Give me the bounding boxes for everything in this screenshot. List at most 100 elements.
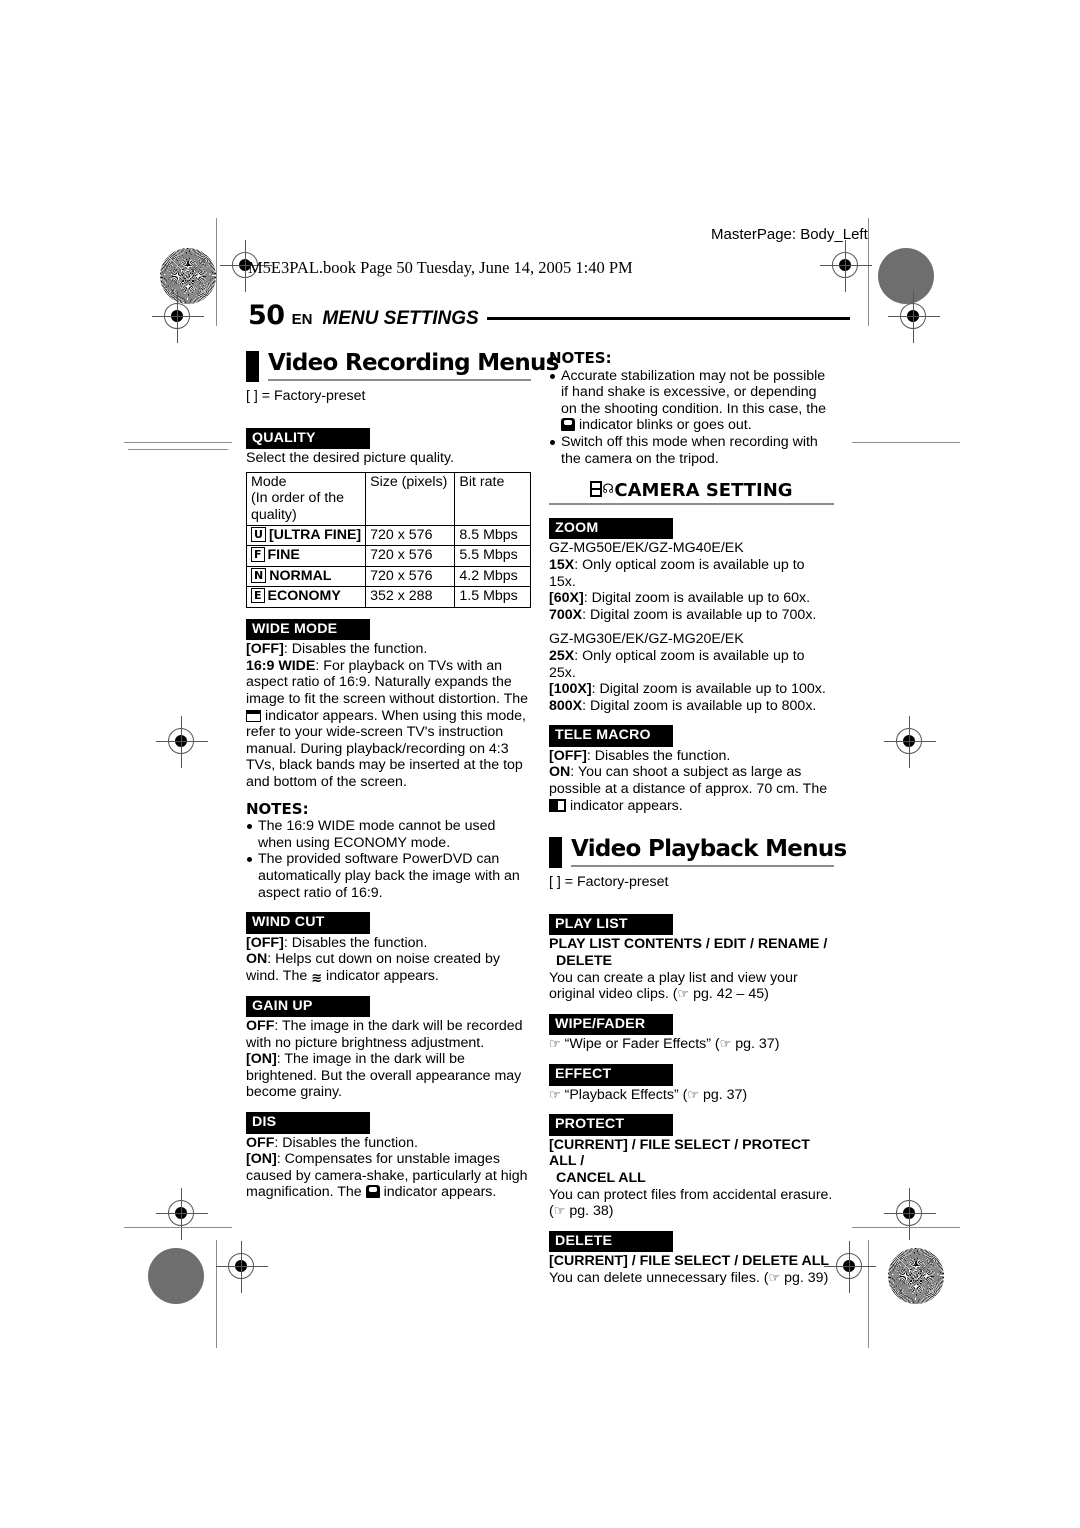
dis-indicator-icon [561,418,575,432]
wide-mode-off: [OFF]: Disables the function. [246,641,531,658]
quality-icon-n: N [251,567,267,583]
zoom-g2-line2-text: : Digital zoom is available up to 100x. [591,681,826,698]
table-row: E ECONOMY 352 x 288 1.5 Mbps [245,586,531,608]
wind-cut-indicator-icon: ≋ [311,970,323,986]
registration-target-top-right-inner [820,240,872,292]
dis-off-text: : Disables the function. [274,1134,418,1151]
pointing-hand-icon: ☞ [768,1269,781,1285]
page-section-name: MENU SETTINGS [322,308,479,329]
left-column: Video Recording Menus [ ] = Factory-pres… [245,350,559,1201]
registration-target-bottom-right-inner [824,1241,876,1293]
tele-macro-off: [OFF]: Disables the function. [549,748,834,765]
zoom-g2-line1-text: : Only optical zoom is available up to 2… [549,647,805,681]
crop-line-bottom-left [124,1227,232,1228]
zoom-g2-line3-key: 800X [549,697,583,714]
registration-target-bottom-left-inner [216,1241,268,1293]
zoom-g2-line1-key: 25X [549,647,575,664]
section-label-zoom: ZOOM [549,517,673,540]
section-label-play-list: PLAY LIST [549,913,673,936]
dis-indicator-icon [365,1185,380,1199]
section-label-quality: QUALITY [246,427,370,450]
dis-off: OFF: Disables the function. [246,1135,531,1152]
table-row: F FINE 720 x 576 5.5 Mbps [245,545,531,567]
registration-starburst-bottom-right [888,1248,944,1304]
protect-ref: pg. 38) [565,1203,614,1220]
registration-target-top-left-outer [152,291,204,343]
section-label-tele-macro: TELE MACRO [549,725,673,747]
camera-setting-heading: ☊ CAMERA SETTING [549,480,834,500]
crop-line-left-vertical [216,218,217,326]
pointing-hand-icon: ☞ [687,1086,699,1102]
mode-cell: N NORMAL [245,565,367,588]
registration-dot-top-right [878,248,934,304]
masterpage-label: MasterPage: Body_Left [711,226,868,243]
pointing-hand-icon: ☞ [549,1036,561,1052]
delete-text: You can delete unnecessary files. (☞ pg.… [549,1270,834,1287]
zoom-g1-line1-text: : Only optical zoom is available up to 1… [549,556,805,590]
wind-cut-on-key: ON [246,951,268,968]
registration-target-mid-left [156,716,208,768]
zoom-g2-line1: 25X: Only optical zoom is available up t… [549,648,834,681]
mode-cell: U [ULTRA FINE] [245,524,367,547]
bitrate-cell: 1.5 Mbps [454,586,531,608]
gain-up-on-text: : The image in the dark will be brighten… [246,1051,522,1101]
zoom-g1-line1-key: 15X [549,556,575,573]
dis-note-1a: Accurate stabilization may not be possib… [561,367,827,417]
page-title: 50 EN MENU SETTINGS [248,300,850,331]
wide-mode-off-text: : Disables the function. [283,641,428,658]
effect-text-body: “Playback Effects” ( [560,1086,688,1103]
wind-cut-off: [OFF]: Disables the function. [246,935,531,952]
chapter-tab-icon [549,837,562,869]
section-label-effect: EFFECT [549,1064,673,1086]
size-cell: 720 x 576 [365,545,456,567]
zoom-models-group1: GZ-MG50E/EK/GZ-MG40E/EK [549,540,744,557]
chapter-heading-video-playback: Video Playback Menus [549,836,847,869]
header-mode-line3: quality) [251,506,297,523]
play-list-ref: pg. 42 – 45) [689,986,769,1003]
delete-text-body: You can delete unnecessary files. ( [549,1269,769,1286]
tele-macro-off-text: : Disables the function. [586,747,731,764]
wind-cut-off-key: [OFF] [246,934,284,951]
tele-macro-on-text-b: indicator appears. [566,797,683,814]
zoom-g1-line3-text: : Digital zoom is available up to 700x. [582,606,817,623]
zoom-models-group2: GZ-MG30E/EK/GZ-MG20E/EK [549,631,744,648]
size-cell: 352 x 288 [365,586,456,608]
crop-line-right-vertical-bottom [868,1240,869,1348]
registration-dot-bottom-left [148,1248,204,1304]
section-label-wind-cut: WIND CUT [246,912,370,934]
wide-mode-169-text-b: indicator appears. When using this mode,… [246,707,526,790]
crop-line-upper-left [128,449,228,450]
mode-cell: F FINE [245,545,367,567]
size-cell: 720 x 576 [365,524,456,547]
list-item: The provided software PowerDVD can autom… [246,851,531,901]
mode-name: NORMAL [269,567,332,584]
camera-setting-title-text: CAMERA SETTING [614,480,793,502]
quality-icon-e: E [251,588,265,604]
wide-mode-off-key: [OFF] [246,641,284,658]
tele-macro-on-key: ON [549,764,571,781]
section-label-wipe-fader: WIPE/FADER [549,1013,673,1036]
chapter-tab-icon [246,351,259,382]
wind-cut-on-text-b: indicator appears. [322,967,439,984]
mode-name: FINE [267,547,300,564]
tele-macro-off-key: [OFF] [549,747,587,764]
gain-up-off: OFF: The image in the dark will be recor… [246,1018,531,1051]
bitrate-cell: 4.2 Mbps [454,565,531,588]
zoom-g1-line2-key: [60X] [549,590,584,607]
tele-macro-on: ON: You can shoot a subject as large as … [549,764,834,814]
dis-note-1b: indicator blinks or goes out. [575,417,752,434]
registration-target-bottom-left-outer [156,1188,208,1240]
quality-table: Mode (In order of the quality) Size (pix… [245,471,531,608]
tele-macro-on-text-a: : You can shoot a subject as large as po… [549,764,828,798]
protect-subtitle-line1: [CURRENT] / FILE SELECT / PROTECT ALL / [549,1136,810,1170]
play-list-subtitle-line2: DELETE [556,953,612,970]
registration-target-bottom-right-outer [884,1188,936,1240]
chapter-heading-video-recording: Video Recording Menus [246,350,559,382]
dis-notes-list: Accurate stabilization may not be possib… [549,368,834,468]
table-row: N NORMAL 720 x 576 4.2 Mbps [245,565,531,588]
protect-subtitle-line2: CANCEL ALL [556,1169,646,1186]
list-item: Accurate stabilization may not be possib… [549,368,834,434]
dis-off-key: OFF [246,1134,275,1151]
crop-line-bottom-right [852,1227,960,1228]
table-row: U [ULTRA FINE] 720 x 576 8.5 Mbps [245,524,531,547]
